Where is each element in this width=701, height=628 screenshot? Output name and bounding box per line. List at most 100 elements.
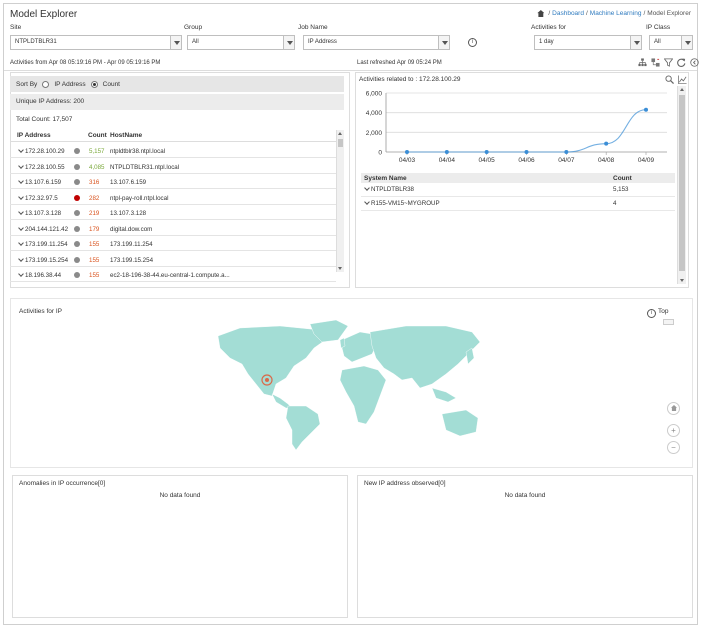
sort-ip-radio[interactable] bbox=[42, 80, 50, 88]
col-hostname[interactable]: HostName bbox=[110, 132, 142, 139]
ip-class-value: All bbox=[654, 39, 661, 45]
table-row[interactable]: 13.107.6.159 316 13.107.6.159 bbox=[10, 175, 336, 189]
africa[interactable] bbox=[339, 365, 387, 425]
table-row[interactable]: NTPLDTBLR38 5,153 bbox=[361, 184, 675, 197]
zoom-out-button[interactable]: − bbox=[667, 441, 680, 454]
chevron-down-icon[interactable] bbox=[18, 209, 24, 215]
table-row[interactable]: 173.199.15.254 155 173.199.15.254 bbox=[10, 253, 336, 267]
south-america[interactable] bbox=[285, 405, 321, 451]
ip-class-label: IP Class bbox=[646, 24, 671, 31]
ip-cell[interactable]: 172.32.97.5 bbox=[18, 193, 58, 202]
breadcrumb-dashboard[interactable]: Dashboard bbox=[552, 10, 584, 17]
ip-address: 13.107.3.128 bbox=[25, 210, 62, 217]
chevron-down-icon[interactable] bbox=[18, 147, 24, 153]
table-row[interactable]: 172.32.97.5 282 ntpl-pay-roll.ntpl.local bbox=[10, 191, 336, 205]
table-row[interactable]: 18.196.38.44 155 ec2-18-196-38-44.eu-centr… bbox=[10, 268, 336, 282]
activity-range: Activities from Apr 08 05:19:16 PM - Apr… bbox=[10, 60, 161, 66]
ip-address: 18.196.38.44 bbox=[25, 272, 62, 279]
network-icon[interactable] bbox=[651, 58, 660, 67]
ip-cell[interactable]: 204.144.121.42 bbox=[18, 224, 68, 233]
col-count[interactable]: Count bbox=[88, 132, 107, 139]
hierarchy-icon[interactable] bbox=[638, 58, 647, 67]
job-name-value: IP Address bbox=[308, 39, 337, 45]
status-dot-icon bbox=[74, 241, 80, 247]
australia[interactable] bbox=[441, 409, 479, 437]
top-label: Top bbox=[658, 308, 669, 315]
ip-address: 172.28.100.55 bbox=[25, 163, 65, 171]
top-selector[interactable] bbox=[663, 319, 674, 325]
north-america[interactable] bbox=[217, 325, 329, 397]
info-icon[interactable]: i bbox=[468, 38, 477, 47]
system-name: NTPLDTBLR38 bbox=[371, 186, 414, 193]
col-system-name[interactable]: System Name bbox=[364, 175, 407, 182]
table-row[interactable]: 173.199.11.254 155 173.199.11.254 bbox=[10, 237, 336, 251]
line-chart-icon[interactable] bbox=[678, 75, 687, 84]
sort-count-radio[interactable] bbox=[90, 80, 98, 88]
job-name-label: Job Name bbox=[298, 24, 328, 31]
site-select[interactable]: NTPLDTBLR31 bbox=[10, 35, 182, 50]
group-select[interactable]: All bbox=[187, 35, 295, 50]
chevron-down-icon[interactable] bbox=[18, 271, 24, 277]
sort-count-label[interactable]: Count bbox=[103, 81, 120, 88]
asia[interactable] bbox=[369, 325, 481, 389]
scroll-thumb[interactable] bbox=[679, 95, 685, 271]
system-cell[interactable]: R155-VM15~MYGROUP bbox=[364, 199, 440, 207]
ip-cell[interactable]: 13.107.3.128 bbox=[18, 209, 62, 217]
activities-for-select[interactable]: 1 day bbox=[534, 35, 642, 50]
scroll-down-icon[interactable] bbox=[338, 267, 342, 270]
chevron-down-icon[interactable] bbox=[18, 193, 24, 200]
ip-cell[interactable]: 173.199.11.254 bbox=[18, 240, 68, 248]
chevron-down-icon[interactable] bbox=[18, 224, 24, 231]
world-map[interactable] bbox=[210, 318, 495, 451]
ip-cell[interactable]: 18.196.38.44 bbox=[18, 271, 62, 279]
table-row[interactable]: 172.28.100.29 5,157 ntpldtblr38.ntpl.local bbox=[10, 144, 336, 158]
table-row[interactable]: 172.28.100.55 4,085 NTPLDTBLR31.ntpl.local bbox=[10, 160, 336, 174]
filter-icon[interactable] bbox=[664, 58, 673, 67]
activities-scrollbar[interactable] bbox=[677, 86, 686, 284]
scroll-up-icon[interactable] bbox=[338, 132, 342, 135]
table-row[interactable]: 204.144.121.42 179 digital.dow.com bbox=[10, 222, 336, 236]
zoom-in-button[interactable]: + bbox=[667, 424, 680, 437]
refresh-icon[interactable] bbox=[677, 58, 686, 67]
ip-list-scrollbar[interactable] bbox=[336, 130, 344, 272]
uk[interactable] bbox=[339, 337, 346, 349]
breadcrumb-machine-learning[interactable]: Machine Learning bbox=[590, 10, 642, 17]
map-marker[interactable] bbox=[265, 378, 269, 382]
ip-address: 172.32.97.5 bbox=[25, 194, 58, 202]
scroll-up-icon[interactable] bbox=[679, 88, 684, 91]
scroll-down-icon[interactable] bbox=[679, 279, 684, 282]
col-system-count[interactable]: Count bbox=[613, 175, 632, 182]
table-row[interactable]: 13.107.3.128 219 13.107.3.128 bbox=[10, 206, 336, 220]
scroll-thumb[interactable] bbox=[338, 139, 343, 147]
count-cell: 155 bbox=[89, 272, 100, 279]
ip-cell[interactable]: 13.107.6.159 bbox=[18, 178, 61, 186]
chevron-down-icon[interactable] bbox=[18, 240, 24, 246]
table-row[interactable]: R155-VM15~MYGROUP 4 bbox=[361, 198, 675, 211]
count-cell: 5,157 bbox=[89, 148, 105, 155]
chevron-down-icon bbox=[438, 36, 449, 49]
ip-cell[interactable]: 172.28.100.29 bbox=[18, 147, 65, 155]
home-icon[interactable] bbox=[537, 10, 545, 17]
help-icon[interactable] bbox=[690, 58, 699, 67]
new-ip-title: New IP address observed[0] bbox=[364, 480, 446, 487]
col-ip-address[interactable]: IP Address bbox=[17, 132, 51, 139]
chevron-down-icon[interactable] bbox=[364, 185, 370, 191]
map-home-button[interactable] bbox=[667, 402, 680, 415]
info-icon[interactable]: i bbox=[647, 309, 656, 318]
chevron-down-icon[interactable] bbox=[18, 178, 24, 184]
southeast-asia[interactable] bbox=[431, 387, 457, 403]
chevron-down-icon[interactable] bbox=[18, 255, 24, 262]
sort-ip-label[interactable]: IP Address bbox=[54, 81, 85, 88]
data-point bbox=[644, 107, 648, 112]
chevron-down-icon[interactable] bbox=[18, 162, 24, 169]
job-name-select[interactable]: IP Address bbox=[303, 35, 450, 50]
chevron-down-icon[interactable] bbox=[364, 199, 370, 205]
ip-cell[interactable]: 172.28.100.55 bbox=[18, 162, 65, 171]
zoom-icon[interactable] bbox=[665, 75, 674, 84]
x-tick-label: 04/08 bbox=[598, 157, 615, 164]
data-point bbox=[564, 150, 569, 154]
ip-class-select[interactable]: All bbox=[649, 35, 693, 50]
ip-cell[interactable]: 173.199.15.254 bbox=[18, 255, 68, 264]
system-cell[interactable]: NTPLDTBLR38 bbox=[364, 185, 414, 193]
hostname-cell: ec2-18-196-38-44.eu-central-1.compute.a.… bbox=[110, 272, 230, 279]
